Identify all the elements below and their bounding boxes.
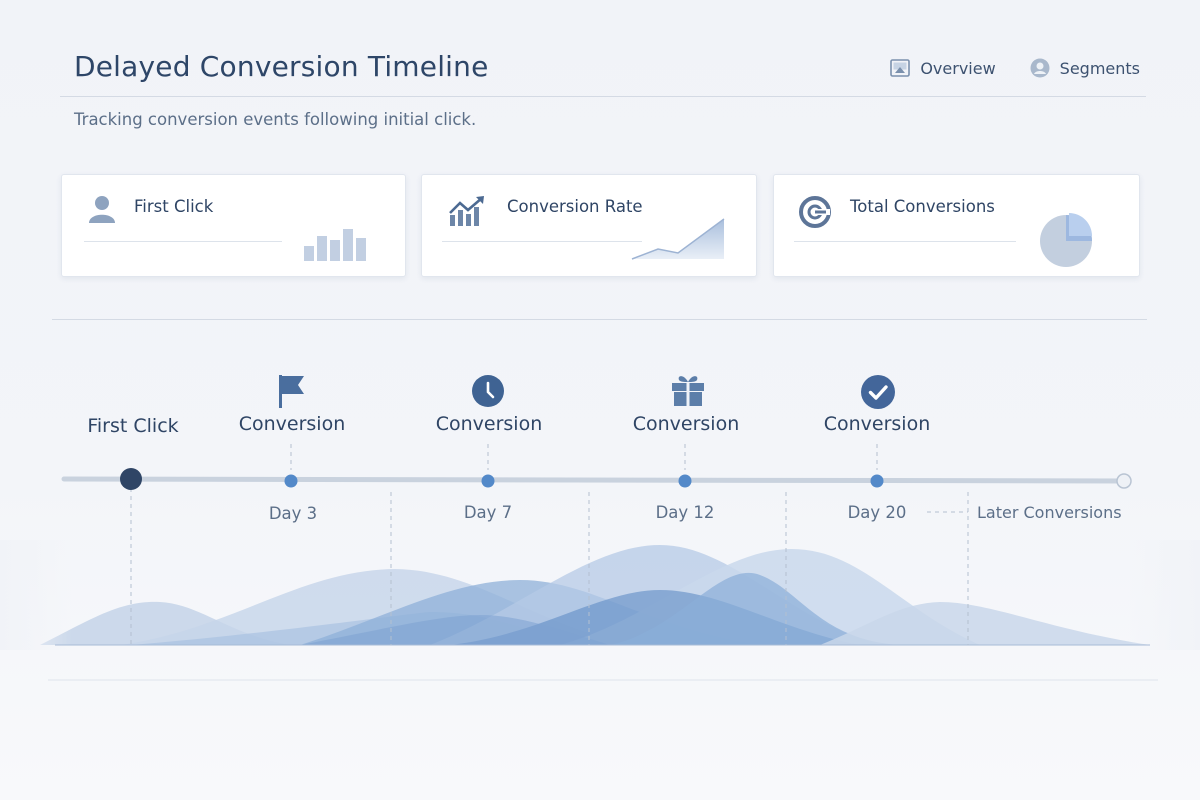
milestone-label: Conversion [632, 413, 740, 435]
day-label: Day 20 [847, 503, 907, 522]
milestone-label: Conversion [823, 413, 931, 435]
check-circle-icon [861, 375, 895, 414]
milestone-node[interactable] [481, 474, 495, 488]
day-label: Day 3 [268, 504, 318, 523]
milestone-node[interactable] [870, 474, 884, 488]
day-label: Day 12 [655, 503, 715, 522]
timeline-graphic [0, 444, 1200, 681]
end-node[interactable] [1116, 473, 1132, 489]
milestone-label: Conversion [435, 413, 543, 435]
start-label: First Click [87, 415, 179, 437]
start-node[interactable] [120, 468, 142, 490]
flag-icon [276, 374, 306, 413]
clock-icon [472, 375, 504, 412]
milestone-label: Conversion [238, 413, 346, 435]
page: Delayed Conversion Timeline Overview Seg… [0, 0, 1200, 800]
milestone-node[interactable] [678, 474, 692, 488]
timeline-track [61, 476, 1127, 484]
later-conversions-label: Later Conversions [977, 503, 1122, 522]
distribution-waves [0, 540, 1200, 650]
day-label: Day 7 [463, 503, 513, 522]
gift-icon [671, 374, 705, 411]
milestone-node[interactable] [284, 474, 298, 488]
